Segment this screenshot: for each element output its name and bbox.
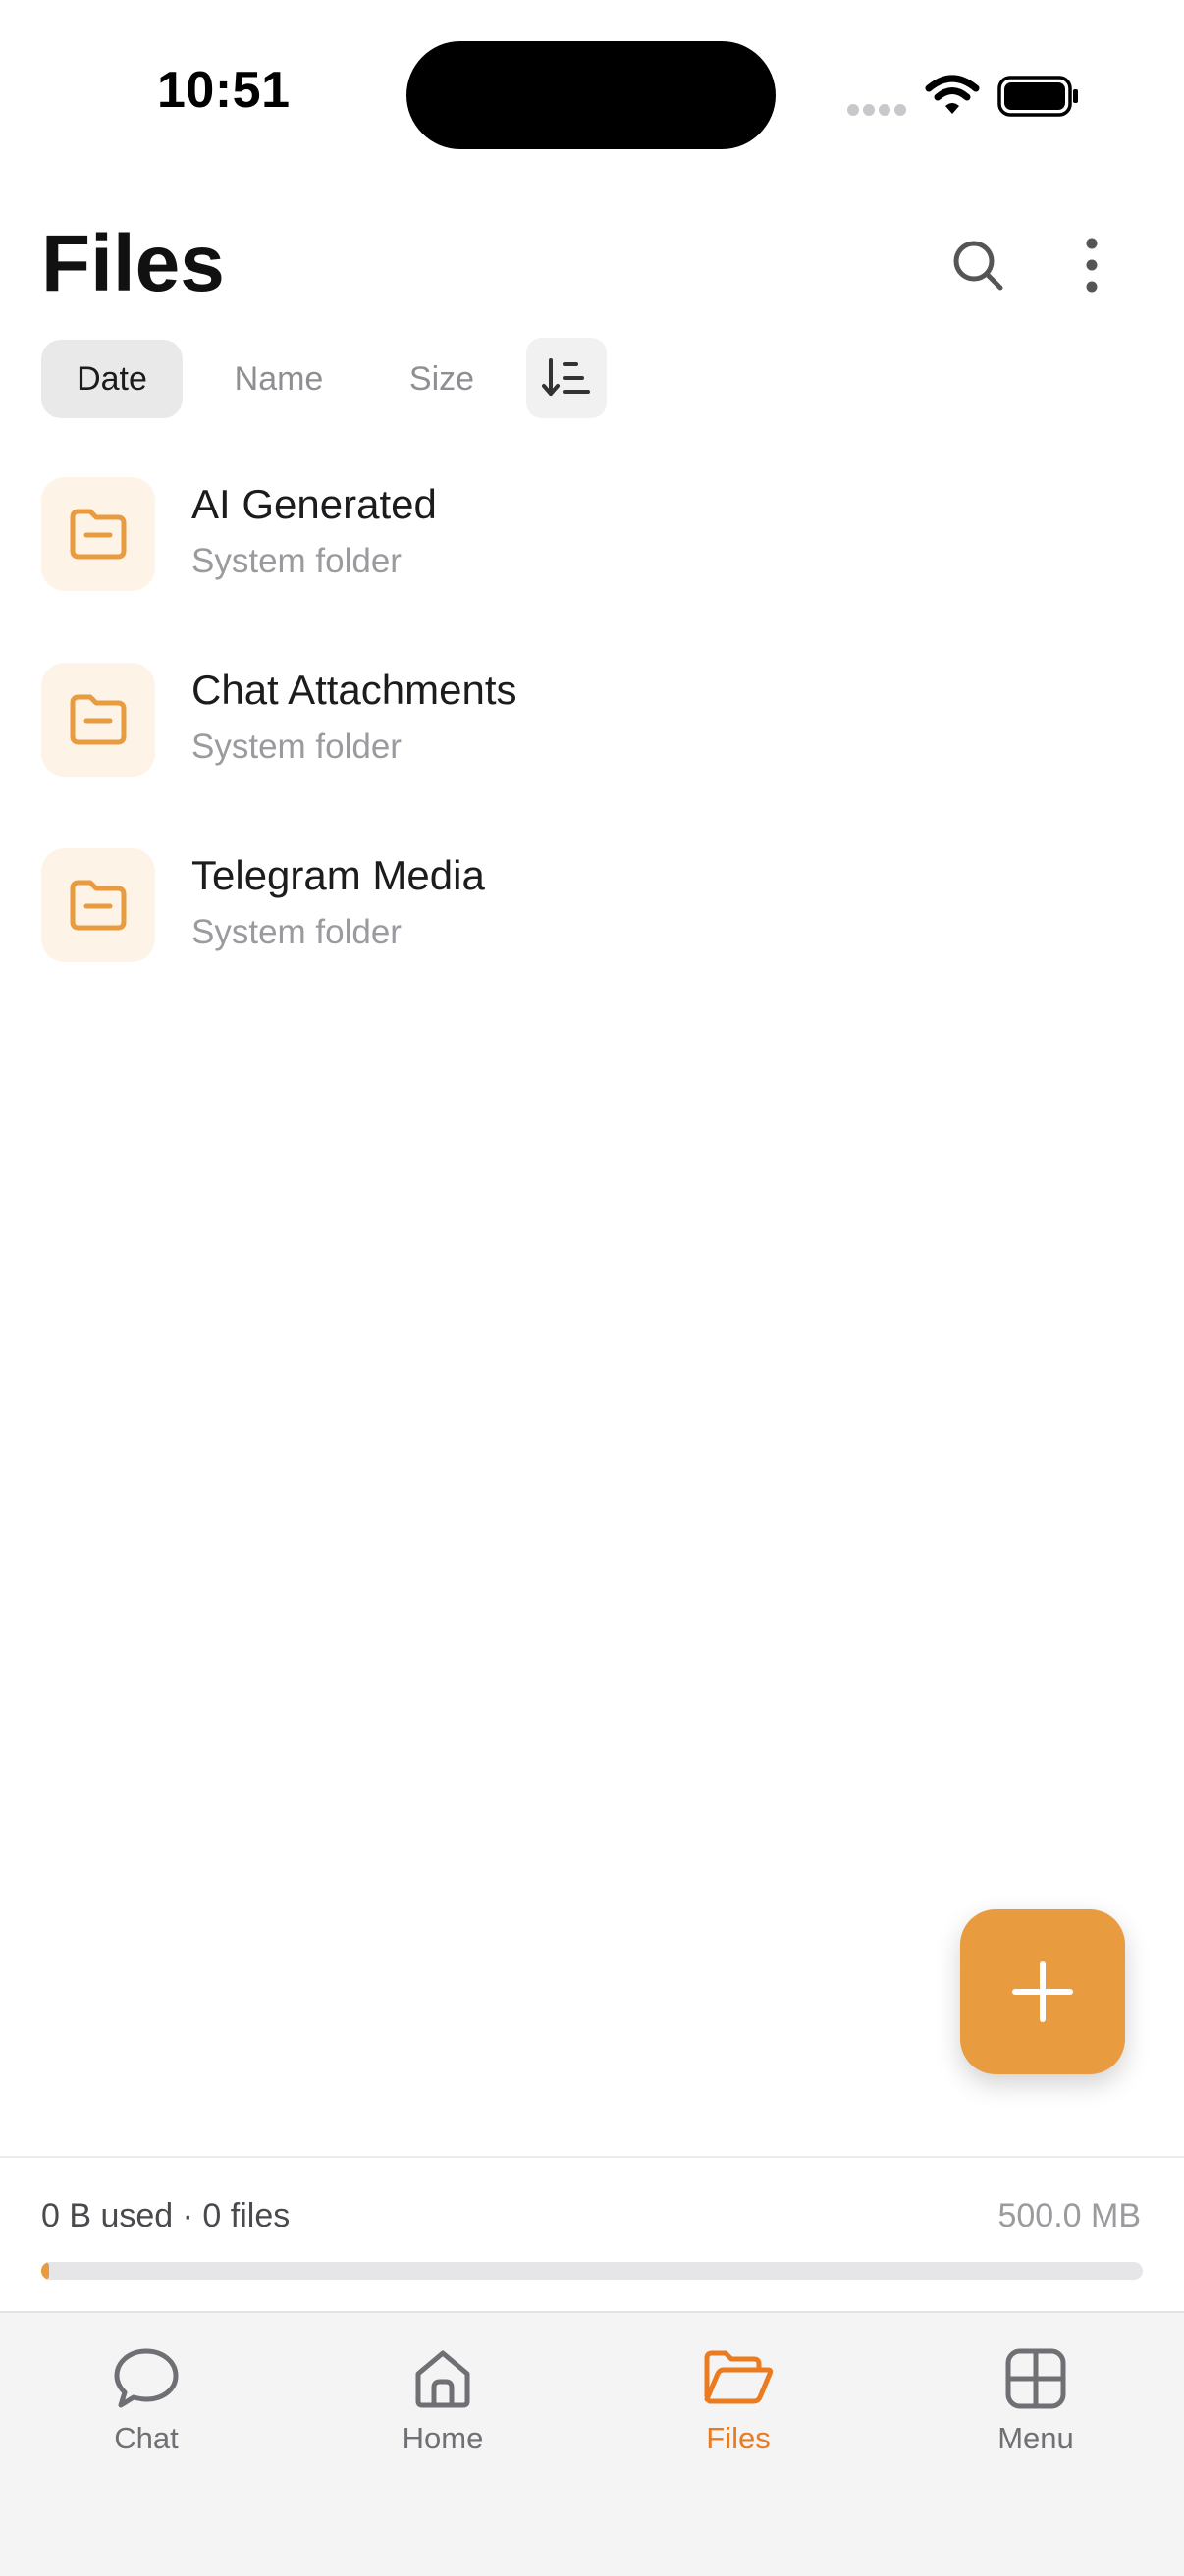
list-item[interactable]: Telegram Media System folder	[0, 836, 1184, 984]
status-time: 10:51	[157, 62, 291, 119]
search-icon	[953, 241, 1003, 291]
folder-subtitle: System folder	[191, 542, 402, 580]
status-bar: 10:51	[0, 0, 1184, 187]
sort-chip-name[interactable]: Name	[210, 340, 348, 418]
more-vertical-icon	[1086, 238, 1098, 293]
folder-open-icon	[704, 2350, 774, 2404]
cellular-signal-icon	[847, 104, 906, 116]
storage-used-text: 0 B used · 0 files	[41, 2197, 291, 2234]
storage-progress-bar	[41, 2262, 1143, 2280]
folder-tile	[41, 477, 155, 591]
list-item[interactable]: Chat Attachments System folder	[0, 651, 1184, 798]
add-button[interactable]	[960, 1909, 1125, 2074]
folder-icon	[70, 694, 127, 745]
tab-bar: Chat Home Files Menu	[0, 2311, 1184, 2576]
storage-summary: 0 B used · 0 files 500.0 MB	[0, 2156, 1184, 2313]
tab-files[interactable]: Files	[640, 2346, 836, 2456]
battery-icon	[997, 76, 1078, 117]
folder-name: AI Generated	[191, 481, 437, 527]
home-icon	[415, 2350, 470, 2408]
sort-chip-date[interactable]: Date	[41, 340, 183, 418]
folder-icon	[70, 880, 127, 931]
tab-label: Home	[402, 2421, 484, 2455]
sort-descending-icon	[542, 358, 590, 396]
sort-direction-button[interactable]	[526, 338, 607, 418]
list-item[interactable]: AI Generated System folder	[0, 465, 1184, 613]
folder-name: Chat Attachments	[191, 667, 517, 713]
chat-bubble-icon	[114, 2348, 179, 2408]
folder-tile	[41, 663, 155, 777]
tab-menu[interactable]: Menu	[938, 2346, 1134, 2456]
folder-tile	[41, 848, 155, 962]
dynamic-island	[406, 41, 776, 149]
folder-subtitle: System folder	[191, 913, 402, 951]
search-button[interactable]	[942, 230, 1013, 300]
folder-icon	[70, 509, 127, 560]
plus-icon	[1012, 1961, 1073, 2022]
tab-label: Chat	[114, 2421, 179, 2455]
storage-progress-fill	[41, 2262, 49, 2280]
tab-label: Menu	[997, 2421, 1074, 2455]
grid-icon	[1005, 2348, 1066, 2409]
folder-name: Telegram Media	[191, 852, 485, 898]
folder-subtitle: System folder	[191, 727, 402, 766]
more-options-button[interactable]	[1056, 230, 1127, 300]
tab-chat[interactable]: Chat	[48, 2346, 244, 2456]
tab-home[interactable]: Home	[345, 2346, 541, 2456]
tab-label: Files	[706, 2421, 771, 2455]
page-title: Files	[41, 219, 225, 308]
storage-capacity-text: 500.0 MB	[997, 2197, 1141, 2234]
wifi-icon	[925, 75, 980, 114]
sort-chip-size[interactable]: Size	[373, 340, 511, 418]
